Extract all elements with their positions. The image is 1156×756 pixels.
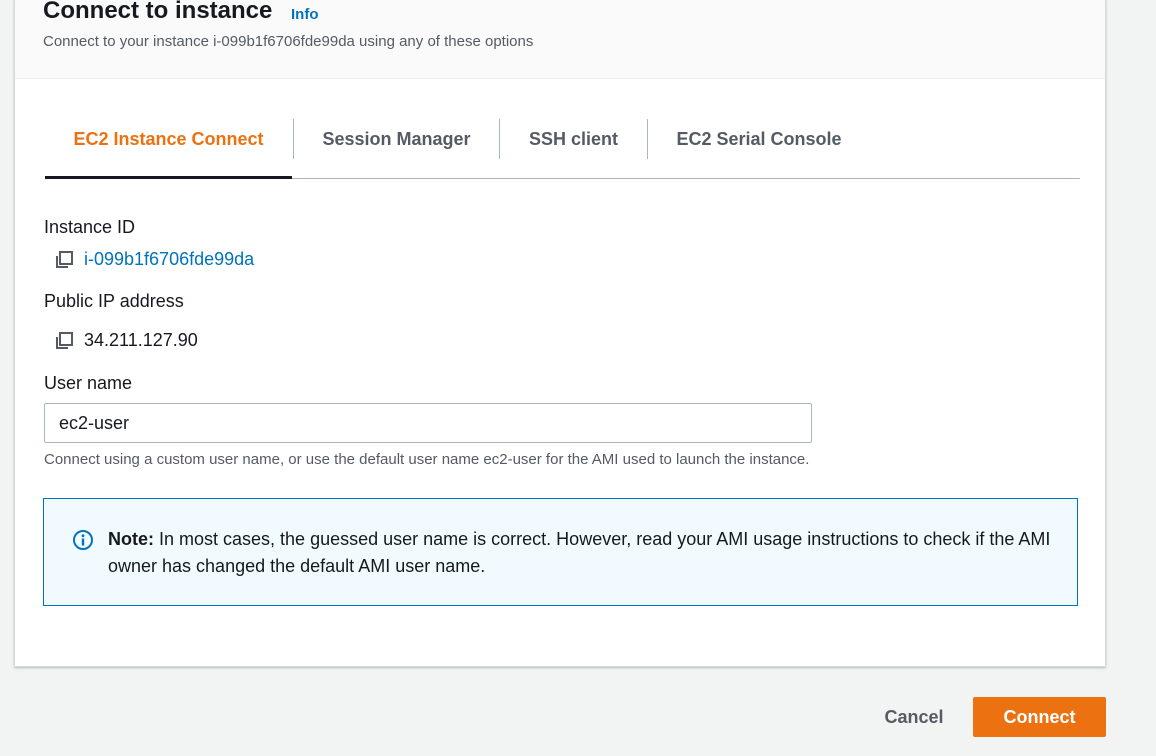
public-ip-label: Public IP address <box>44 291 184 311</box>
panel-header: Connect to instance Info Connect to your… <box>15 0 1105 79</box>
connect-button[interactable]: Connect <box>973 697 1106 737</box>
copy-icon[interactable] <box>54 331 74 351</box>
tab-ec2-instance-connect[interactable]: EC2 Instance Connect <box>45 117 292 179</box>
info-link[interactable]: Info <box>291 6 319 23</box>
instance-id-label: Instance ID <box>44 217 136 237</box>
connect-panel: Connect to instance Info Connect to your… <box>14 0 1106 667</box>
cancel-button[interactable]: Cancel <box>866 697 962 737</box>
tab-ec2-serial-console[interactable]: EC2 Serial Console <box>648 117 870 178</box>
copy-icon[interactable] <box>54 250 74 270</box>
public-ip-row: 34.211.127.90 <box>54 330 198 351</box>
instance-id-link[interactable]: i-099b1f6706fde99da <box>84 249 254 270</box>
page-subtitle: Connect to your instance i-099b1f6706fde… <box>43 33 534 50</box>
username-input[interactable] <box>44 403 812 443</box>
username-label: User name <box>44 373 133 393</box>
note-prefix: Note: <box>108 529 154 549</box>
page-title: Connect to instance <box>43 0 273 24</box>
tab-ssh-client[interactable]: SSH client <box>500 117 647 178</box>
info-alert-text: Note: In most cases, the guessed user na… <box>108 526 1058 580</box>
tab-session-manager[interactable]: Session Manager <box>294 117 499 178</box>
username-hint: Connect using a custom user name, or use… <box>44 451 810 468</box>
tab-bar: EC2 Instance Connect Session Manager SSH… <box>45 117 1080 179</box>
info-circle-icon <box>73 530 93 550</box>
instance-id-row: i-099b1f6706fde99da <box>54 249 254 270</box>
public-ip-value: 34.211.127.90 <box>84 330 198 350</box>
info-alert: Note: In most cases, the guessed user na… <box>43 498 1078 606</box>
note-body: In most cases, the guessed user name is … <box>108 529 1051 576</box>
